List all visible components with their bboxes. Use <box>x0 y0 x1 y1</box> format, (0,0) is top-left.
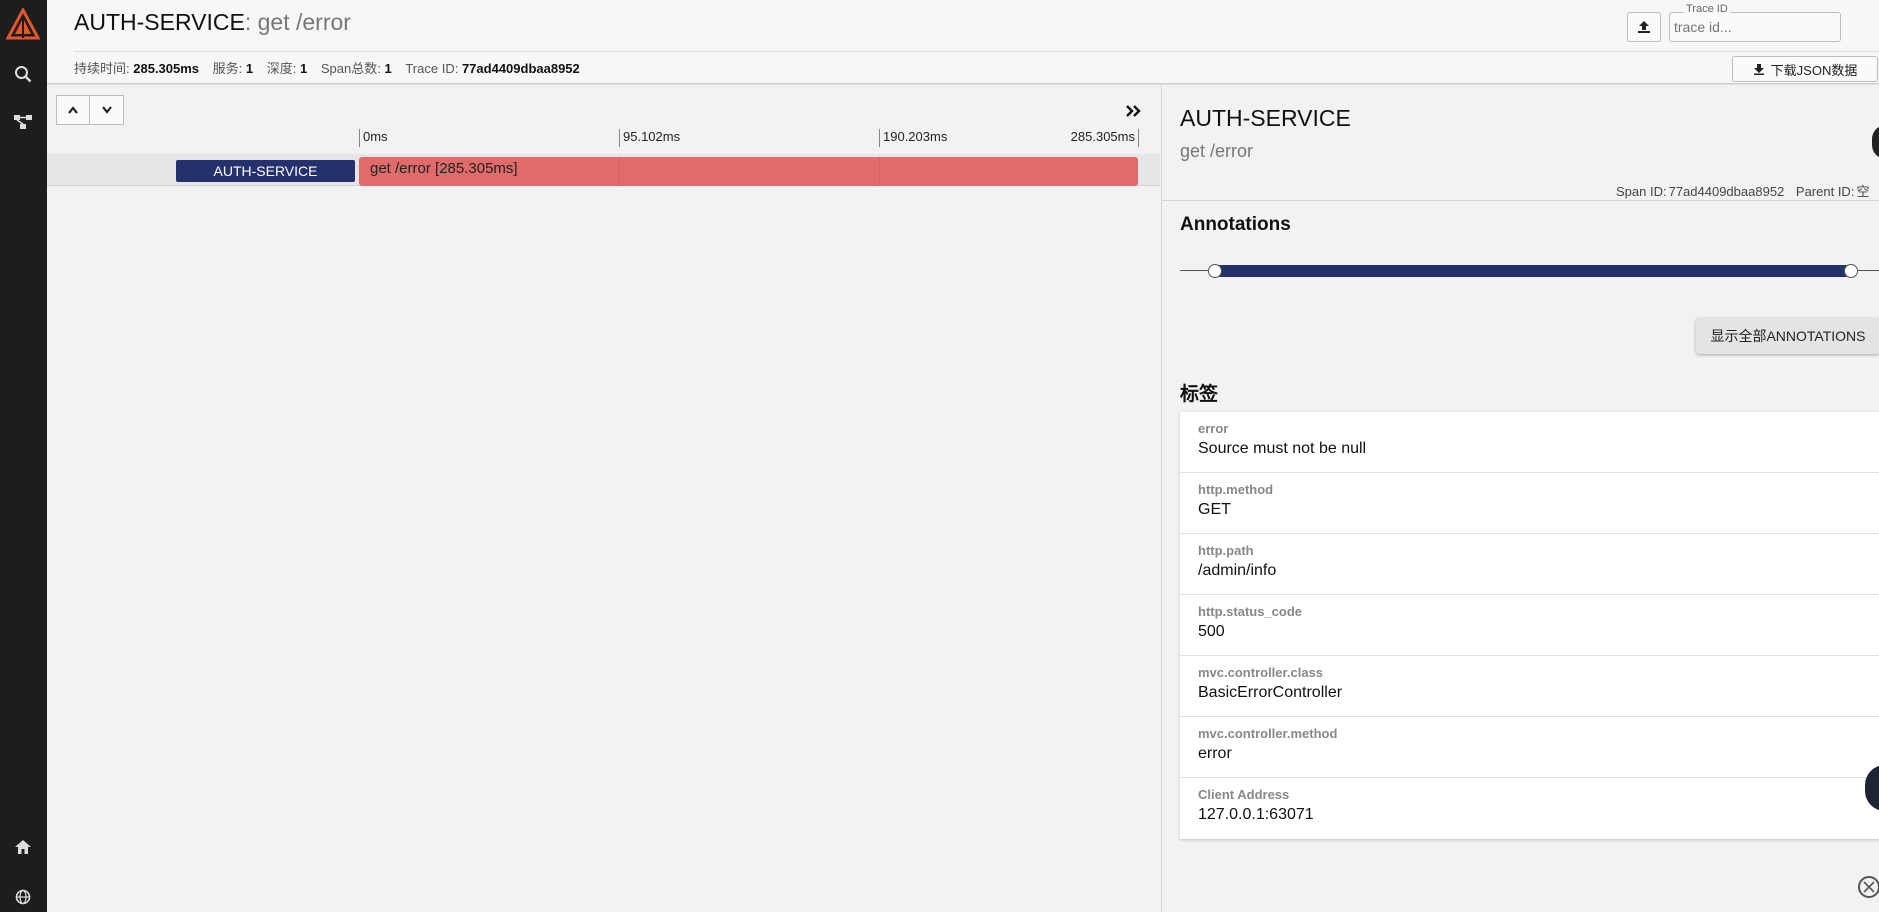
annotation-range-slider[interactable] <box>1180 263 1879 279</box>
meta-label: Trace ID: <box>405 61 459 76</box>
upload-icon <box>1638 21 1650 33</box>
span-row[interactable]: AUTH-SERVICE get /error [285.305ms] <box>47 154 1160 186</box>
expand-up-button[interactable] <box>56 95 90 125</box>
slider-track <box>1215 265 1851 277</box>
tag-key: mvc.controller.class <box>1198 665 1324 680</box>
trace-id-field[interactable]: Trace ID <box>1669 3 1841 42</box>
show-all-annotations-button[interactable]: 显示全部ANNOTATIONS <box>1696 318 1879 354</box>
meta-label: 深度: <box>266 61 297 76</box>
tag-value: /admin/info <box>1198 562 1277 579</box>
trace-header: AUTH-SERVICE: get /error 持续时间: 285.305ms… <box>47 0 1879 84</box>
slider-thumb-end[interactable] <box>1844 264 1858 278</box>
meta-label: Span总数: <box>320 61 381 76</box>
globe-icon[interactable] <box>12 886 34 908</box>
tag-key: http.status_code <box>1198 604 1303 619</box>
tag-value: 500 <box>1198 623 1225 640</box>
tag-row: error Source must not be null <box>1180 412 1879 473</box>
assistant-logo-icon[interactable] <box>1854 872 1879 902</box>
span-id-value: 77ad4409dbaa8952 <box>1668 184 1785 199</box>
trace-id-input[interactable] <box>1674 19 1834 35</box>
meta-services: 1 <box>245 61 254 76</box>
dependencies-icon[interactable] <box>12 111 34 133</box>
bar-gridline <box>619 157 620 186</box>
upload-button[interactable] <box>1627 12 1661 42</box>
title-operation: get /error <box>251 9 351 35</box>
meta-trace-id: 77ad4409dbaa8952 <box>461 61 580 76</box>
parent-id-label: Parent ID: <box>1795 184 1855 199</box>
chevron-up-icon <box>68 106 78 114</box>
detail-divider <box>1162 200 1879 201</box>
tag-value: error <box>1198 745 1232 762</box>
meta-depth: 1 <box>300 61 308 76</box>
sidebar <box>0 0 47 912</box>
tag-key: http.path <box>1198 543 1254 558</box>
tag-row: Client Address 127.0.0.1:63071 <box>1180 778 1879 839</box>
tag-row: mvc.controller.class BasicErrorController <box>1180 656 1879 717</box>
span-bar-label: get /error [285.305ms] <box>370 160 518 177</box>
span-service-badge: AUTH-SERVICE <box>176 160 355 182</box>
parent-id-value: 空 <box>1856 184 1870 199</box>
trace-id-label: Trace ID <box>1684 3 1730 15</box>
trace-summary: 持续时间: 285.305ms 服务: 1 深度: 1 Span总数: 1 Tr… <box>74 58 590 77</box>
tag-value: GET <box>1198 501 1231 518</box>
title-service: AUTH-SERVICE <box>74 9 245 35</box>
tag-row: http.path/admin/info <box>1180 534 1879 595</box>
logo-icon[interactable] <box>6 8 40 40</box>
span-nav <box>56 95 124 125</box>
collapse-detail-button[interactable] <box>1125 101 1143 124</box>
bar-gridline <box>879 157 880 186</box>
download-icon <box>1753 64 1764 75</box>
search-icon[interactable] <box>12 63 34 85</box>
tag-row: http.method GET <box>1180 473 1879 534</box>
annotations-title: Annotations <box>1180 214 1291 235</box>
tick-label: 95.102ms <box>619 129 680 147</box>
tag-value: BasicErrorController <box>1198 684 1343 701</box>
span-bar[interactable]: get /error [285.305ms] <box>359 157 1138 186</box>
span-id-label: Span ID: <box>1616 184 1667 199</box>
timeline-panel: 0ms 95.102ms 190.203ms 285.305ms AUTH-SE… <box>47 85 1160 912</box>
detail-ids: Span ID: 77ad4409dbaa8952 Parent ID: 空 <box>1616 181 1869 200</box>
meta-duration: 285.305ms <box>133 61 200 76</box>
tags-table: error Source must not be null http.method… <box>1180 412 1879 839</box>
detail-operation: get /error <box>1180 141 1254 161</box>
header-divider <box>74 51 1879 52</box>
home-icon[interactable] <box>12 836 34 858</box>
slider-thumb-start[interactable] <box>1208 264 1222 278</box>
tick-label: 190.203ms <box>879 129 947 147</box>
double-chevron-right-icon <box>1126 105 1141 117</box>
download-json-label: 下载JSON数据 <box>1770 62 1858 78</box>
meta-span-count: 1 <box>384 61 392 76</box>
detail-service: AUTH-SERVICE <box>1180 105 1351 131</box>
expand-down-button[interactable] <box>90 95 124 125</box>
tick-label: 0ms <box>359 129 388 147</box>
span-detail-panel: AUTH-SERVICE get /error Span ID: 77ad4409… <box>1161 85 1879 912</box>
time-ruler: 0ms 95.102ms 190.203ms 285.305ms <box>359 129 1149 147</box>
tag-key: error <box>1198 421 1229 436</box>
tag-key: mvc.controller.method <box>1198 726 1338 741</box>
tick-label: 285.305ms <box>1071 129 1139 147</box>
tag-row: http.status_code 500 <box>1180 595 1879 656</box>
meta-label: 持续时间: <box>74 61 130 76</box>
tag-row: mvc.controller.method error <box>1180 717 1879 778</box>
tags-title: 标签 <box>1180 384 1219 405</box>
download-json-button[interactable]: 下载JSON数据 <box>1732 56 1878 82</box>
chevron-down-icon <box>101 106 112 114</box>
tag-key: http.method <box>1198 482 1274 497</box>
meta-label: 服务: <box>212 61 243 76</box>
tag-value: 127.0.0.1:63071 <box>1198 806 1314 823</box>
tag-key: Client Address <box>1198 787 1290 802</box>
page-title: AUTH-SERVICE: get /error <box>74 9 351 36</box>
tag-value: Source must not be null <box>1198 440 1367 457</box>
